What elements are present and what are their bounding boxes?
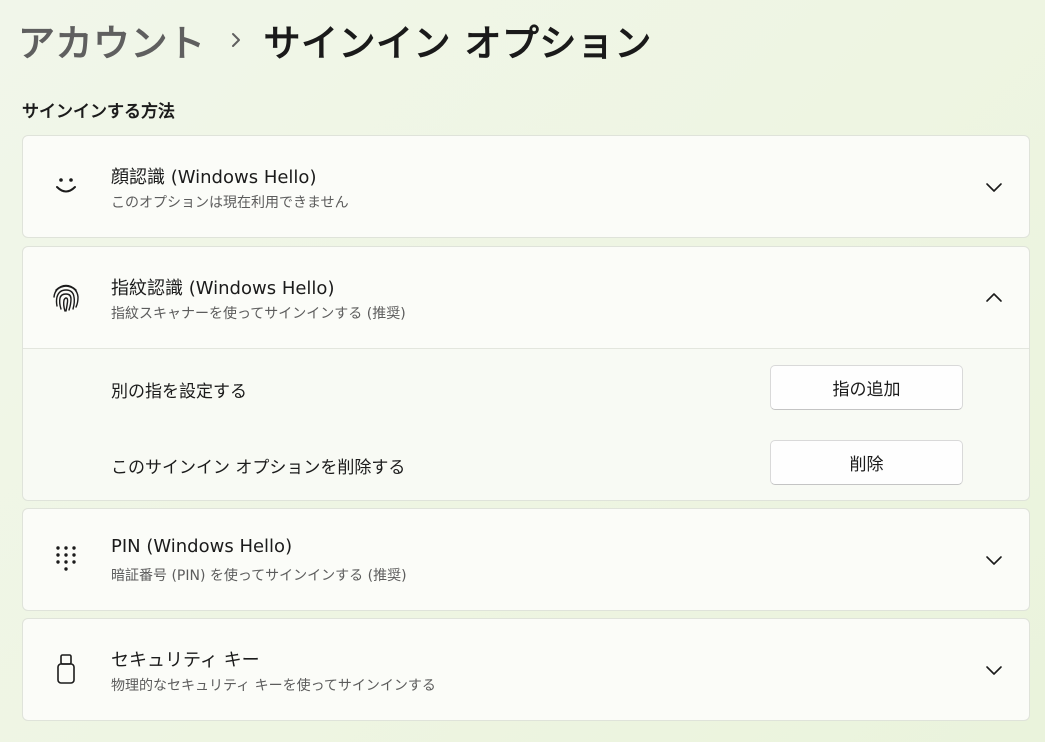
option-subtitle: 物理的なセキュリティ キーを使ってサインインする: [111, 678, 436, 694]
chevron-down-icon[interactable]: [983, 549, 1005, 571]
option-title: 指紋認識 (Windows Hello): [111, 278, 335, 299]
section-title: サインインする方法: [22, 102, 175, 122]
option-pin-header[interactable]: PIN (Windows Hello) 暗証番号 (PIN) を使ってサインイン…: [23, 509, 1029, 610]
remove-option-label: このサインイン オプションを削除する: [111, 458, 406, 478]
security-key-icon: [51, 653, 81, 685]
option-pin: PIN (Windows Hello) 暗証番号 (PIN) を使ってサインイン…: [22, 508, 1030, 611]
option-security-key-header[interactable]: セキュリティ キー 物理的なセキュリティ キーを使ってサインインする: [23, 619, 1029, 720]
chevron-down-icon[interactable]: [983, 176, 1005, 198]
option-subtitle: このオプションは現在利用できません: [111, 195, 349, 211]
option-title: PIN (Windows Hello): [111, 536, 293, 557]
option-subtitle: 暗証番号 (PIN) を使ってサインインする (推奨): [111, 568, 407, 584]
option-title: 顔認識 (Windows Hello): [111, 167, 317, 188]
pin-keypad-icon: [51, 543, 81, 575]
breadcrumb-parent-account[interactable]: アカウント: [18, 13, 206, 67]
option-fingerprint-details: 別の指を設定する 指の追加 このサインイン オプションを削除する 削除: [23, 348, 1029, 500]
chevron-down-icon[interactable]: [983, 659, 1005, 681]
remove-button[interactable]: 削除: [770, 440, 963, 485]
page-title: サインイン オプション: [263, 22, 652, 65]
fingerprint-icon: [51, 281, 81, 313]
face-icon: [51, 170, 81, 202]
option-fingerprint: 指紋認識 (Windows Hello) 指紋スキャナーを使ってサインインする …: [22, 246, 1030, 501]
add-finger-label: 別の指を設定する: [111, 382, 247, 402]
option-title: セキュリティ キー: [111, 650, 260, 671]
breadcrumb: アカウント サインイン オプション: [18, 10, 652, 70]
option-fingerprint-header[interactable]: 指紋認識 (Windows Hello) 指紋スキャナーを使ってサインインする …: [23, 247, 1029, 348]
option-face-recognition-header[interactable]: 顔認識 (Windows Hello) このオプションは現在利用できません: [23, 136, 1029, 237]
chevron-up-icon[interactable]: [983, 287, 1005, 309]
add-finger-button[interactable]: 指の追加: [770, 365, 963, 410]
option-subtitle: 指紋スキャナーを使ってサインインする (推奨): [111, 306, 406, 322]
chevron-right-icon: [230, 31, 242, 49]
option-face-recognition: 顔認識 (Windows Hello) このオプションは現在利用できません: [22, 135, 1030, 238]
option-security-key: セキュリティ キー 物理的なセキュリティ キーを使ってサインインする: [22, 618, 1030, 721]
